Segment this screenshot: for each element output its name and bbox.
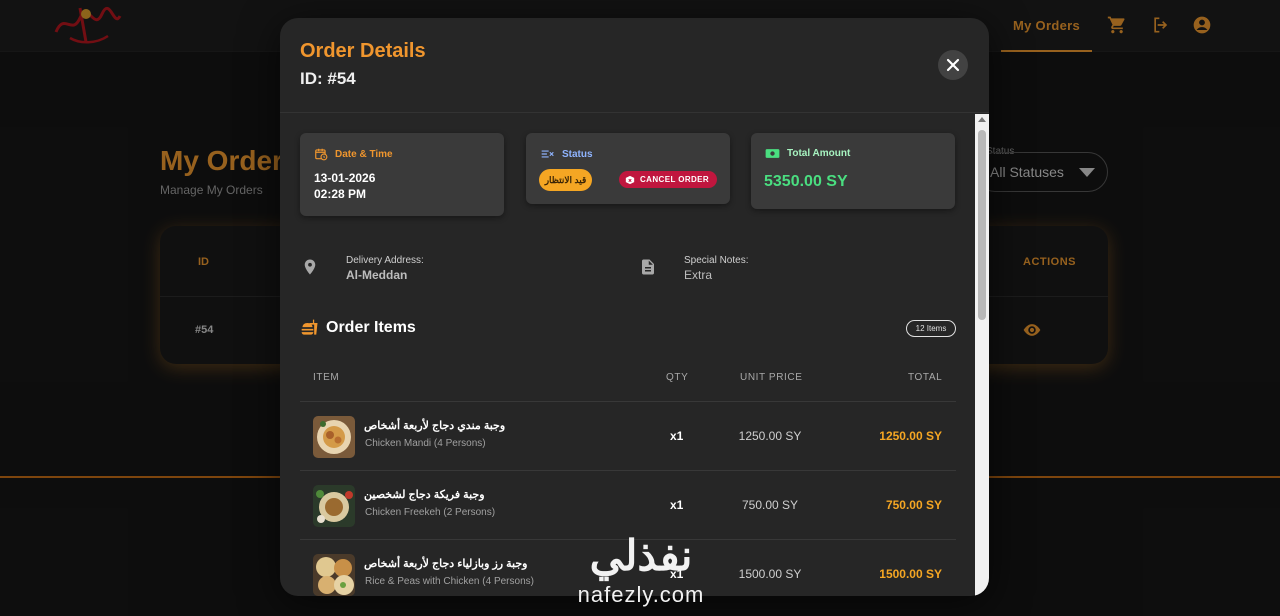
item-quantity: x1 (670, 498, 684, 512)
item-name-english: Chicken Freekeh (2 Persons) (365, 507, 496, 518)
date-time-card: Date & Time 13-01-2026 02:28 PM (300, 133, 504, 216)
column-header-qty: QTY (666, 372, 689, 383)
modal-scrollbar[interactable] (975, 114, 989, 596)
item-unit-price: 750.00 SY (741, 498, 799, 512)
item-total: 1500.00 SY (879, 567, 942, 581)
close-icon (946, 58, 960, 72)
order-item-row: وجبة مندي دجاج لأربعة أشخاص Chicken Mand… (300, 402, 956, 470)
scroll-up-arrow-icon[interactable] (978, 117, 986, 122)
cancel-order-button[interactable]: CANCEL ORDER (619, 171, 717, 188)
modal-order-id: ID: #54 (300, 69, 356, 88)
column-header-total: TOTAL (908, 372, 943, 383)
watermark-arabic: نفذلي (589, 532, 693, 579)
fastfood-icon (301, 319, 318, 335)
rice-peas-chicken-image (313, 554, 355, 596)
items-count-badge: 12 Items (906, 320, 956, 337)
location-pin-icon (304, 259, 316, 275)
delivery-address-value: Al-Meddan (346, 268, 408, 282)
order-details-modal: Order Details ID: #54 Date & Time 13-01-… (280, 18, 989, 596)
cancel-box-icon (625, 175, 635, 184)
watermark-latin: nafezly.com (577, 582, 705, 607)
item-name-arabic: وجبة رز وبازلياء دجاج لأربعة أشخاص (364, 558, 528, 570)
status-list-icon (541, 150, 554, 158)
total-amount-label: Total Amount (787, 148, 851, 159)
cancel-order-label: CANCEL ORDER (640, 175, 710, 184)
calendar-clock-icon (315, 148, 328, 161)
status-badge: قيد الانتظار (539, 169, 592, 191)
item-total: 1250.00 SY (879, 429, 942, 443)
item-quantity: x1 (670, 429, 684, 443)
item-name-english: Chicken Mandi (4 Persons) (365, 438, 486, 449)
delivery-address-label: Delivery Address: (346, 255, 424, 266)
note-icon (642, 259, 654, 275)
status-card: Status قيد الانتظار CANCEL ORDER (526, 133, 730, 204)
date-time-label: Date & Time (335, 148, 393, 160)
total-amount-card: Total Amount 5350.00 SY (751, 133, 955, 209)
modal-title: Order Details (300, 40, 426, 62)
chicken-mandi-image (313, 416, 355, 458)
special-notes-label: Special Notes: (684, 255, 749, 266)
total-amount-value: 5350.00 SY (764, 173, 848, 190)
order-date: 13-01-2026 (314, 171, 376, 185)
item-name-arabic: وجبة فريكة دجاج لشخصين (364, 489, 485, 501)
money-icon (765, 149, 780, 158)
chicken-freekeh-image (313, 485, 355, 527)
column-header-item: ITEM (313, 372, 340, 383)
order-items-title: Order Items (326, 319, 416, 336)
close-button[interactable] (938, 50, 968, 80)
item-unit-price: 1500.00 SY (738, 567, 802, 581)
item-name-arabic: وجبة مندي دجاج لأربعة أشخاص (364, 420, 506, 432)
item-name-english: Rice & Peas with Chicken (4 Persons) (365, 576, 534, 587)
item-unit-price: 1250.00 SY (738, 429, 802, 443)
modal-header-divider (280, 112, 989, 113)
special-notes-value: Extra (684, 268, 713, 282)
column-header-unit-price: UNIT PRICE (740, 372, 803, 383)
status-label: Status (562, 148, 593, 160)
order-item-row: وجبة فريكة دجاج لشخصين Chicken Freekeh (… (300, 471, 956, 539)
item-total: 750.00 SY (885, 498, 942, 512)
scrollbar-thumb[interactable] (978, 130, 986, 320)
nafezly-watermark: نفذلي nafezly.com (560, 530, 722, 616)
order-time: 02:28 PM (314, 187, 367, 201)
